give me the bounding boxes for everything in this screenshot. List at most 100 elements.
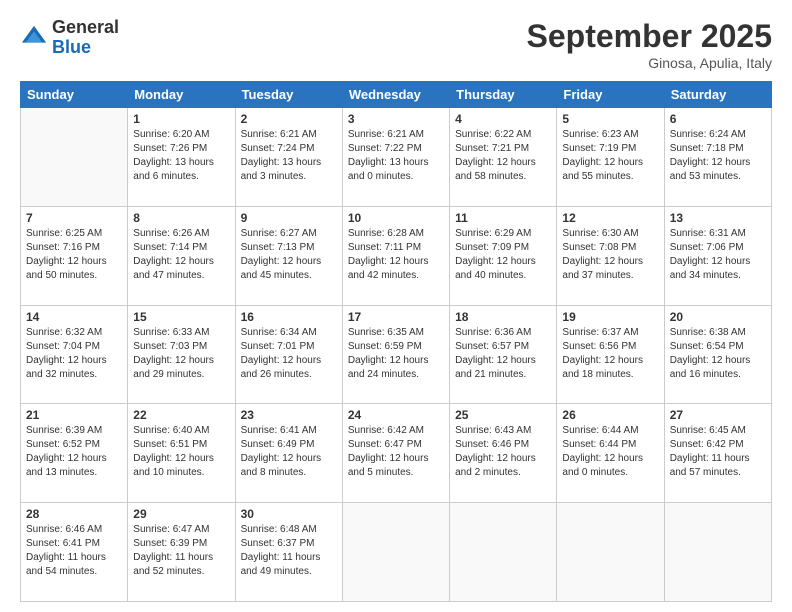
- header: General Blue September 2025 Ginosa, Apul…: [20, 18, 772, 71]
- calendar-cell: 6 Sunrise: 6:24 AM Sunset: 7:18 PM Daylig…: [664, 108, 771, 207]
- calendar-cell: 26 Sunrise: 6:44 AM Sunset: 6:44 PM Dayli…: [557, 404, 664, 503]
- logo-text: General Blue: [52, 18, 119, 58]
- calendar-week-3: 14Sunrise: 6:32 AM Sunset: 7:04 PM Dayli…: [21, 305, 772, 404]
- day-info: Sunrise: 6:30 AM Sunset: 7:08 PM Dayligh…: [562, 227, 658, 283]
- day-number: 15: [133, 310, 229, 324]
- day-info: Sunrise: 6:47 AM Sunset: 6:39 PM Dayligh…: [133, 523, 229, 579]
- day-number: 23: [241, 408, 337, 422]
- day-info: Sunrise: 6:24 AM Sunset: 7:18 PM Dayligh…: [670, 128, 766, 184]
- calendar-cell: 11 Sunrise: 6:29 AM Sunset: 7:09 PM Dayli…: [450, 206, 557, 305]
- day-info: Sunrise: 6:42 AM Sunset: 6:47 PM Dayligh…: [348, 424, 444, 480]
- col-sunday: Sunday: [21, 82, 128, 108]
- calendar-cell: 21 Sunrise: 6:39 AM Sunset: 6:52 PM Dayli…: [21, 404, 128, 503]
- col-tuesday: Tuesday: [235, 82, 342, 108]
- calendar-week-2: 7Sunrise: 6:25 AM Sunset: 7:16 PM Daylig…: [21, 206, 772, 305]
- calendar-cell: 17 Sunrise: 6:35 AM Sunset: 6:59 PM Dayli…: [342, 305, 449, 404]
- logo-general: General: [52, 17, 119, 37]
- day-number: 6: [670, 112, 766, 126]
- day-info: Sunrise: 6:40 AM Sunset: 6:51 PM Dayligh…: [133, 424, 229, 480]
- calendar: Sunday Monday Tuesday Wednesday Thursday…: [20, 81, 772, 602]
- calendar-cell: 14Sunrise: 6:32 AM Sunset: 7:04 PM Dayli…: [21, 305, 128, 404]
- day-number: 4: [455, 112, 551, 126]
- calendar-cell: 15 Sunrise: 6:33 AM Sunset: 7:03 PM Dayli…: [128, 305, 235, 404]
- day-info: Sunrise: 6:26 AM Sunset: 7:14 PM Dayligh…: [133, 227, 229, 283]
- calendar-week-4: 21 Sunrise: 6:39 AM Sunset: 6:52 PM Dayli…: [21, 404, 772, 503]
- day-info: Sunrise: 6:33 AM Sunset: 7:03 PM Dayligh…: [133, 326, 229, 382]
- day-info: Sunrise: 6:31 AM Sunset: 7:06 PM Dayligh…: [670, 227, 766, 283]
- day-info: Sunrise: 6:36 AM Sunset: 6:57 PM Dayligh…: [455, 326, 551, 382]
- day-number: 13: [670, 211, 766, 225]
- day-number: 25: [455, 408, 551, 422]
- col-saturday: Saturday: [664, 82, 771, 108]
- day-info: Sunrise: 6:37 AM Sunset: 6:56 PM Dayligh…: [562, 326, 658, 382]
- calendar-cell: 1 Sunrise: 6:20 AM Sunset: 7:26 PM Daylig…: [128, 108, 235, 207]
- calendar-cell: 18 Sunrise: 6:36 AM Sunset: 6:57 PM Dayli…: [450, 305, 557, 404]
- calendar-cell: [342, 503, 449, 602]
- day-info: Sunrise: 6:27 AM Sunset: 7:13 PM Dayligh…: [241, 227, 337, 283]
- calendar-cell: [450, 503, 557, 602]
- calendar-cell: 4Sunrise: 6:22 AM Sunset: 7:21 PM Daylig…: [450, 108, 557, 207]
- day-number: 27: [670, 408, 766, 422]
- calendar-cell: 19 Sunrise: 6:37 AM Sunset: 6:56 PM Dayli…: [557, 305, 664, 404]
- day-number: 10: [348, 211, 444, 225]
- day-number: 30: [241, 507, 337, 521]
- calendar-cell: 13 Sunrise: 6:31 AM Sunset: 7:06 PM Dayli…: [664, 206, 771, 305]
- col-thursday: Thursday: [450, 82, 557, 108]
- day-info: Sunrise: 6:25 AM Sunset: 7:16 PM Dayligh…: [26, 227, 122, 283]
- calendar-cell: 20Sunrise: 6:38 AM Sunset: 6:54 PM Dayli…: [664, 305, 771, 404]
- calendar-cell: 22 Sunrise: 6:40 AM Sunset: 6:51 PM Dayli…: [128, 404, 235, 503]
- day-number: 9: [241, 211, 337, 225]
- location: Ginosa, Apulia, Italy: [527, 55, 772, 71]
- day-info: Sunrise: 6:43 AM Sunset: 6:46 PM Dayligh…: [455, 424, 551, 480]
- month-title: September 2025: [527, 18, 772, 55]
- day-info: Sunrise: 6:38 AM Sunset: 6:54 PM Dayligh…: [670, 326, 766, 382]
- col-monday: Monday: [128, 82, 235, 108]
- day-number: 3: [348, 112, 444, 126]
- calendar-cell: 24 Sunrise: 6:42 AM Sunset: 6:47 PM Dayli…: [342, 404, 449, 503]
- day-info: Sunrise: 6:35 AM Sunset: 6:59 PM Dayligh…: [348, 326, 444, 382]
- day-info: Sunrise: 6:44 AM Sunset: 6:44 PM Dayligh…: [562, 424, 658, 480]
- calendar-cell: 10Sunrise: 6:28 AM Sunset: 7:11 PM Dayli…: [342, 206, 449, 305]
- day-number: 17: [348, 310, 444, 324]
- day-info: Sunrise: 6:39 AM Sunset: 6:52 PM Dayligh…: [26, 424, 122, 480]
- page: General Blue September 2025 Ginosa, Apul…: [0, 0, 792, 612]
- calendar-cell: 23 Sunrise: 6:41 AM Sunset: 6:49 PM Dayli…: [235, 404, 342, 503]
- day-number: 21: [26, 408, 122, 422]
- calendar-cell: 7Sunrise: 6:25 AM Sunset: 7:16 PM Daylig…: [21, 206, 128, 305]
- calendar-cell: 2 Sunrise: 6:21 AM Sunset: 7:24 PM Daylig…: [235, 108, 342, 207]
- calendar-cell: 12Sunrise: 6:30 AM Sunset: 7:08 PM Dayli…: [557, 206, 664, 305]
- calendar-cell: [664, 503, 771, 602]
- day-info: Sunrise: 6:29 AM Sunset: 7:09 PM Dayligh…: [455, 227, 551, 283]
- day-number: 11: [455, 211, 551, 225]
- calendar-cell: 3 Sunrise: 6:21 AM Sunset: 7:22 PM Daylig…: [342, 108, 449, 207]
- day-number: 22: [133, 408, 229, 422]
- calendar-cell: 5 Sunrise: 6:23 AM Sunset: 7:19 PM Daylig…: [557, 108, 664, 207]
- day-number: 28: [26, 507, 122, 521]
- day-number: 24: [348, 408, 444, 422]
- col-friday: Friday: [557, 82, 664, 108]
- day-info: Sunrise: 6:41 AM Sunset: 6:49 PM Dayligh…: [241, 424, 337, 480]
- calendar-week-5: 28Sunrise: 6:46 AM Sunset: 6:41 PM Dayli…: [21, 503, 772, 602]
- day-number: 2: [241, 112, 337, 126]
- day-info: Sunrise: 6:21 AM Sunset: 7:22 PM Dayligh…: [348, 128, 444, 184]
- logo-blue: Blue: [52, 37, 91, 57]
- day-info: Sunrise: 6:45 AM Sunset: 6:42 PM Dayligh…: [670, 424, 766, 480]
- col-wednesday: Wednesday: [342, 82, 449, 108]
- calendar-week-1: 1 Sunrise: 6:20 AM Sunset: 7:26 PM Daylig…: [21, 108, 772, 207]
- day-info: Sunrise: 6:20 AM Sunset: 7:26 PM Dayligh…: [133, 128, 229, 184]
- day-info: Sunrise: 6:23 AM Sunset: 7:19 PM Dayligh…: [562, 128, 658, 184]
- calendar-cell: [21, 108, 128, 207]
- day-number: 19: [562, 310, 658, 324]
- title-block: September 2025 Ginosa, Apulia, Italy: [527, 18, 772, 71]
- day-number: 16: [241, 310, 337, 324]
- day-info: Sunrise: 6:21 AM Sunset: 7:24 PM Dayligh…: [241, 128, 337, 184]
- calendar-cell: 8Sunrise: 6:26 AM Sunset: 7:14 PM Daylig…: [128, 206, 235, 305]
- day-number: 26: [562, 408, 658, 422]
- calendar-header-row: Sunday Monday Tuesday Wednesday Thursday…: [21, 82, 772, 108]
- calendar-cell: 25 Sunrise: 6:43 AM Sunset: 6:46 PM Dayli…: [450, 404, 557, 503]
- day-info: Sunrise: 6:48 AM Sunset: 6:37 PM Dayligh…: [241, 523, 337, 579]
- day-number: 1: [133, 112, 229, 126]
- day-number: 18: [455, 310, 551, 324]
- calendar-cell: 27 Sunrise: 6:45 AM Sunset: 6:42 PM Dayli…: [664, 404, 771, 503]
- day-number: 5: [562, 112, 658, 126]
